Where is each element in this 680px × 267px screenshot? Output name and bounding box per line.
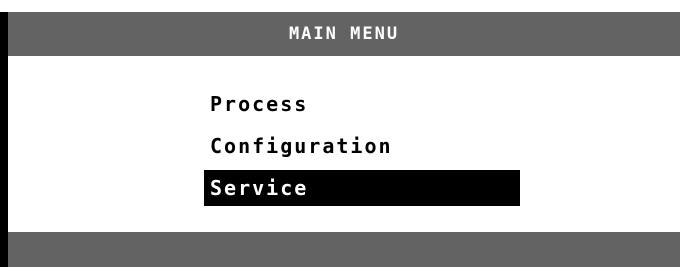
menu-item-process[interactable]: Process xyxy=(204,86,520,122)
title-bar: MAIN MENU xyxy=(0,12,680,56)
menu-item-service[interactable]: Service xyxy=(204,170,520,206)
menu-panel: Process Configuration Service xyxy=(0,56,680,232)
menu-list: Process Configuration Service xyxy=(204,86,520,212)
page-title: MAIN MENU xyxy=(288,24,400,44)
menu-item-configuration[interactable]: Configuration xyxy=(204,128,520,164)
footer-bar xyxy=(0,232,680,267)
main-menu-screen: MAIN MENU Process Configuration Service xyxy=(0,0,680,267)
